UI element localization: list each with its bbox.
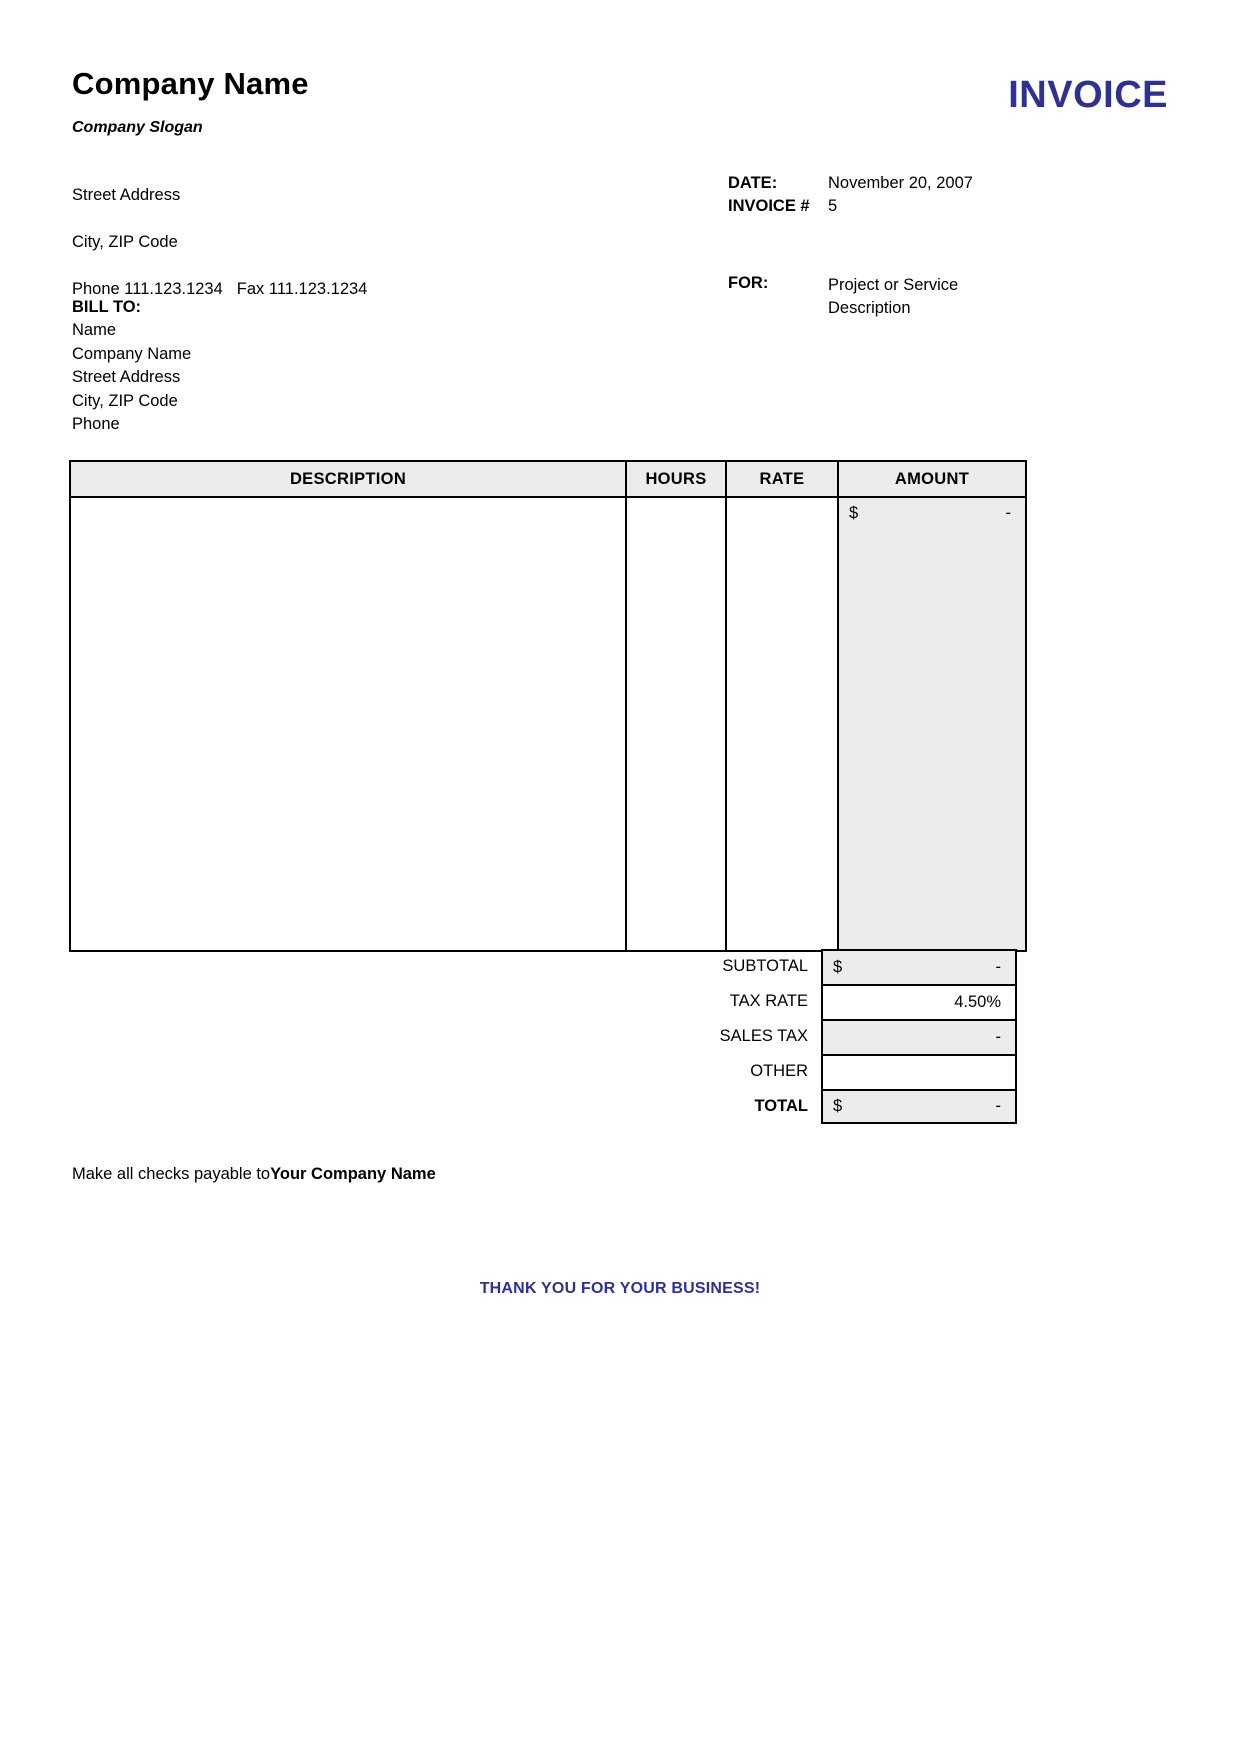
bill-to-street: Street Address — [72, 368, 181, 387]
invoice-number-label: INVOICE # — [728, 197, 810, 216]
page-title: INVOICE — [1008, 74, 1168, 116]
company-city-zip: City, ZIP Code — [72, 233, 178, 252]
company-name: Company Name — [72, 66, 309, 101]
tax-rate-value: 4.50% — [954, 993, 1001, 1011]
bill-to-company: Company Name — [72, 344, 192, 363]
invoice-number-value: 5 — [828, 197, 838, 216]
for-label: FOR: — [728, 274, 769, 292]
totals-row-subtotal: SUBTOTAL $ - — [623, 949, 1017, 984]
payable-prefix: Make all checks payable to — [72, 1165, 271, 1183]
column-header-hours: HOURS — [625, 460, 727, 498]
date-label: DATE: — [728, 174, 778, 192]
bill-to-block: BILL TO: Name Company Name Street Addres… — [72, 296, 492, 437]
for-value-line1: Project or Service — [828, 276, 959, 294]
totals-row-sales-tax: SALES TAX - — [623, 1019, 1017, 1054]
bill-to-phone: Phone — [72, 415, 120, 434]
amount-value: - — [1005, 504, 1012, 522]
subtotal-currency: $ — [833, 958, 843, 976]
totals-row-tax-rate: TAX RATE 4.50% — [623, 984, 1017, 1019]
sales-tax-value: - — [995, 1028, 1002, 1046]
bill-to-city-zip: City, ZIP Code — [72, 391, 178, 410]
table-header-row: DESCRIPTION HOURS RATE AMOUNT — [69, 460, 1027, 498]
thank-you-note: THANK YOU FOR YOUR BUSINESS! — [479, 1280, 761, 1297]
for-block: FOR: Project or Service Description — [728, 274, 1158, 321]
invoice-meta: DATE: November 20, 2007 INVOICE # 5 — [728, 172, 1158, 219]
invoice-page: Company Name Company Slogan Street Addre… — [0, 0, 1240, 1754]
sales-tax-value-cell[interactable]: - — [821, 1019, 1017, 1054]
meta-row-invoice-number: INVOICE # 5 — [728, 195, 1158, 218]
subtotal-value: - — [995, 958, 1002, 976]
payable-note: Make all checks payable toYour Company N… — [72, 1165, 436, 1184]
other-label: OTHER — [750, 1062, 808, 1080]
totals-row-other: OTHER — [623, 1054, 1017, 1089]
cell-description[interactable] — [69, 496, 627, 952]
column-header-description: DESCRIPTION — [69, 460, 627, 498]
table-row: $ - — [69, 496, 1027, 952]
subtotal-value-cell[interactable]: $ - — [821, 949, 1017, 984]
cell-amount[interactable]: $ - — [837, 496, 1027, 952]
cell-rate[interactable] — [725, 496, 839, 952]
amount-currency: $ — [849, 504, 859, 522]
for-value: Project or Service Description — [828, 274, 1158, 321]
total-currency: $ — [833, 1097, 843, 1115]
meta-row-date: DATE: November 20, 2007 — [728, 172, 1158, 195]
total-value-cell[interactable]: $ - — [821, 1089, 1017, 1124]
column-header-rate: RATE — [725, 460, 839, 498]
subtotal-label: SUBTOTAL — [722, 957, 808, 975]
cell-hours[interactable] — [625, 496, 727, 952]
payable-company: Your Company Name — [270, 1165, 436, 1183]
bill-to-name: Name — [72, 321, 117, 340]
totals-block: SUBTOTAL $ - TAX RATE 4.50% SALES TAX - … — [623, 949, 1017, 1124]
total-label: TOTAL — [754, 1097, 808, 1115]
for-value-line2: Description — [828, 299, 911, 318]
sales-tax-label: SALES TAX — [719, 1027, 808, 1045]
tax-rate-value-cell[interactable]: 4.50% — [821, 984, 1017, 1019]
company-slogan: Company Slogan — [72, 118, 203, 136]
other-value-cell[interactable] — [821, 1054, 1017, 1089]
tax-rate-label: TAX RATE — [729, 992, 808, 1010]
bill-to-label: BILL TO: — [72, 298, 142, 316]
line-items-table: DESCRIPTION HOURS RATE AMOUNT $ - — [69, 460, 1027, 952]
column-header-amount: AMOUNT — [837, 460, 1027, 498]
totals-row-total: TOTAL $ - — [623, 1089, 1017, 1124]
total-value: - — [995, 1097, 1002, 1115]
date-value: November 20, 2007 — [828, 174, 973, 192]
